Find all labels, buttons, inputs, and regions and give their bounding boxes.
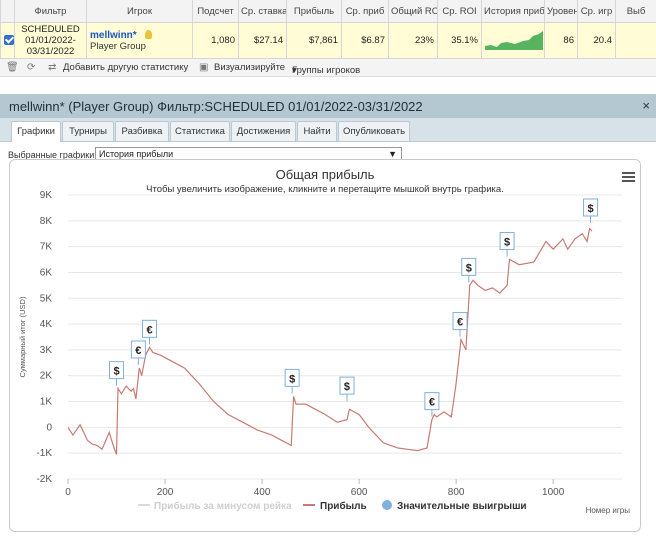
y-tick-label: -2K [36,474,52,485]
y-tick-label: 4K [40,319,53,330]
y-tick-label: 8K [40,216,53,227]
x-tick-label: 200 [157,487,174,498]
big-win-symbol: $ [113,366,119,378]
y-axis-label: Суммарный итог (USD) [18,296,27,377]
x-tick-label: 800 [448,487,465,498]
y-tick-label: 1K [40,397,53,408]
y-tick-label: 9K [40,190,53,201]
x-tick-label: 0 [65,487,71,498]
x-tick-label: 400 [254,487,271,498]
y-tick-label: 2K [40,371,53,382]
big-win-symbol: € [146,324,152,336]
big-win-symbol: $ [289,373,295,385]
x-tick-label: 1000 [542,487,565,498]
big-win-symbol: $ [504,237,510,249]
y-tick-label: 7K [40,242,53,253]
legend-bigwin-label: Значительные выигрыши [397,501,527,512]
legend-bigwin-swatch [382,500,392,510]
big-win-symbol: $ [466,262,472,274]
y-tick-label: 0 [46,422,52,433]
profit-chart: -2K -1K 0 1K 2K 3K 4K 5K 6K 7K 8K 9K 0 200 400 600 800 10… [18,190,631,515]
x-tick-label: 600 [351,487,368,498]
y-tick-label: 6K [40,267,53,278]
big-win-symbol: $ [344,381,350,393]
big-win-symbol: $ [587,203,593,215]
big-win-symbol: € [135,345,141,357]
big-win-symbol: € [457,317,463,329]
big-win-symbol: € [429,397,435,409]
y-tick-label: 5K [40,293,53,304]
legend-profit-label: Прибыль [320,500,367,512]
y-tick-label: -1K [36,448,52,459]
y-tick-label: 3K [40,345,53,356]
profit-series-line [67,227,593,455]
x-axis-label: Номер игры [586,506,631,515]
legend-rake-label: Прибыль за минусом рейка [154,500,292,512]
